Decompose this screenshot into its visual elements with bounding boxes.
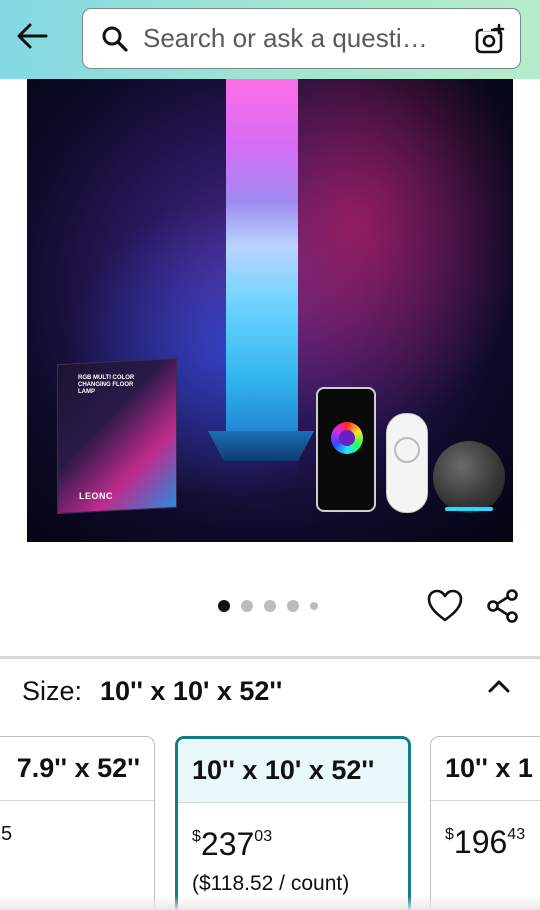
smart-speaker-image [433,441,505,513]
size-option[interactable]: 10'' x 1 $19643 [430,736,540,910]
size-option-unit-price: ($118.52 / count) [192,872,350,895]
carousel-dot[interactable] [287,600,299,612]
size-option-price-fragment: 5 [1,823,13,845]
top-header [0,0,540,79]
carousel-dot[interactable] [218,600,230,612]
product-image[interactable]: RGB MULTI COLOR CHANGING FLOOR LAMP LEON… [27,79,513,542]
size-option-title: 7.9'' x 52'' [0,737,154,801]
share-icon [487,589,518,623]
image-carousel-dots [218,600,318,612]
search-icon [102,26,128,52]
heart-icon [427,589,463,622]
size-option-title: 10'' x 10' x 52'' [178,739,408,803]
lamp-base [208,431,314,461]
floor-lamp-image [226,79,298,451]
share-button[interactable] [485,588,521,624]
size-option-selected[interactable]: 10'' x 10' x 52'' $23703 ($118.52 / coun… [175,736,411,910]
remote-control-image [386,413,428,513]
size-option-price: $23703 [192,826,273,862]
search-input[interactable] [143,23,468,54]
size-option-price: $19643 [445,824,526,860]
carousel-dot[interactable] [310,602,318,610]
camera-lens-icon[interactable] [474,23,506,55]
back-arrow-icon [17,23,48,49]
section-divider [0,656,540,659]
wishlist-button[interactable] [426,588,464,624]
selected-size-value: 10'' x 10' x 52'' [100,676,283,706]
size-selector-header: Size: 10'' x 10' x 52'' [22,676,282,707]
carousel-dot[interactable] [241,600,253,612]
size-option-title: 10'' x 1 [431,737,540,801]
carousel-dot[interactable] [264,600,276,612]
size-label: Size: [22,676,83,706]
search-box[interactable] [82,8,521,69]
collapse-size-button[interactable] [484,672,514,702]
size-options-list: 7.9'' x 52'' 5 10'' x 10' x 52'' $23703 … [0,734,540,910]
size-option[interactable]: 7.9'' x 52'' 5 [0,736,155,910]
box-brand-text: LEONC [79,491,113,501]
back-button[interactable] [10,18,54,54]
box-title-text: RGB MULTI COLOR CHANGING FLOOR LAMP [78,375,135,395]
chevron-up-icon [488,680,510,693]
